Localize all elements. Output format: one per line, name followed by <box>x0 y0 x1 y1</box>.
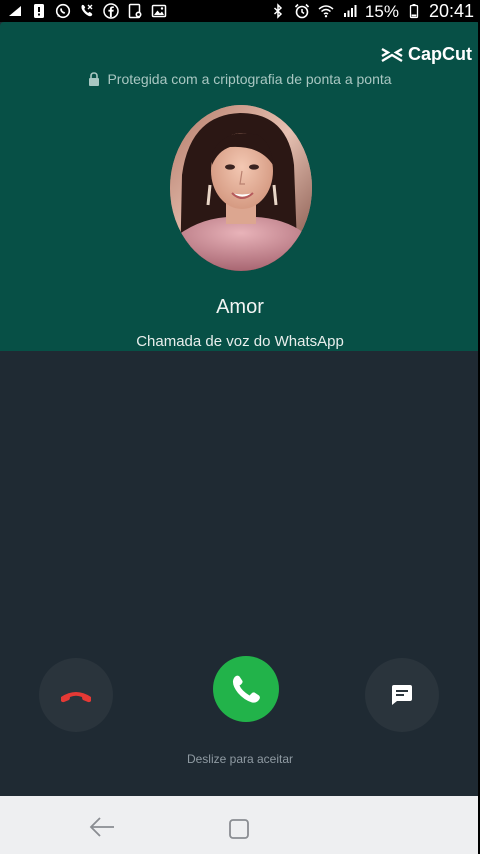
caller-avatar <box>170 105 312 271</box>
nav-home-button[interactable] <box>228 818 250 840</box>
navigation-bar <box>0 796 480 854</box>
encryption-notice: Protegida com a criptografia de ponta a … <box>0 71 480 87</box>
status-clock: 20:41 <box>428 1 474 21</box>
swipe-hint: Deslize para aceitar <box>186 752 294 766</box>
message-icon <box>392 685 412 705</box>
phone-hangup-icon <box>61 692 91 703</box>
missed-call-icon <box>78 3 96 19</box>
whatsapp-icon <box>54 3 72 19</box>
capcut-label: CapCut <box>408 44 472 64</box>
caller-name: Amor <box>216 296 264 318</box>
sim-icon <box>6 3 24 19</box>
bluetooth-icon <box>269 3 287 19</box>
call-header: CapCut Protegida com a criptografia de p… <box>0 22 480 351</box>
wifi-icon <box>317 3 335 19</box>
encryption-text: Protegida com a criptografia de ponta a … <box>107 71 392 87</box>
document-icon <box>126 3 144 19</box>
reply-message-button[interactable] <box>365 658 439 732</box>
nav-back-button[interactable] <box>88 815 118 839</box>
capcut-watermark: CapCut <box>381 44 472 65</box>
signal-icon <box>341 3 359 19</box>
status-bar: 15% 20:41 <box>0 0 480 22</box>
lock-icon <box>89 72 100 86</box>
call-screen: 15% 20:41 CapCut Protegida com a criptog… <box>0 0 480 854</box>
status-right-icons: 15% 20:41 <box>269 2 474 20</box>
image-icon <box>150 3 168 19</box>
battery-percent: 15% <box>364 1 399 21</box>
alarm-icon <box>293 3 311 19</box>
call-actions: Deslize para aceitar <box>0 351 480 796</box>
capcut-logo-icon <box>381 47 403 62</box>
accept-call-button[interactable] <box>213 656 279 722</box>
home-icon <box>229 819 249 839</box>
caller-photo <box>170 105 312 271</box>
facebook-icon <box>102 3 120 19</box>
decline-call-button[interactable] <box>39 658 113 732</box>
status-left-icons <box>6 3 168 19</box>
phone-icon <box>232 675 260 703</box>
battery-icon <box>405 3 423 19</box>
call-type-label: Chamada de voz do WhatsApp <box>136 333 344 350</box>
back-icon <box>89 817 114 837</box>
alert-icon <box>30 3 48 19</box>
